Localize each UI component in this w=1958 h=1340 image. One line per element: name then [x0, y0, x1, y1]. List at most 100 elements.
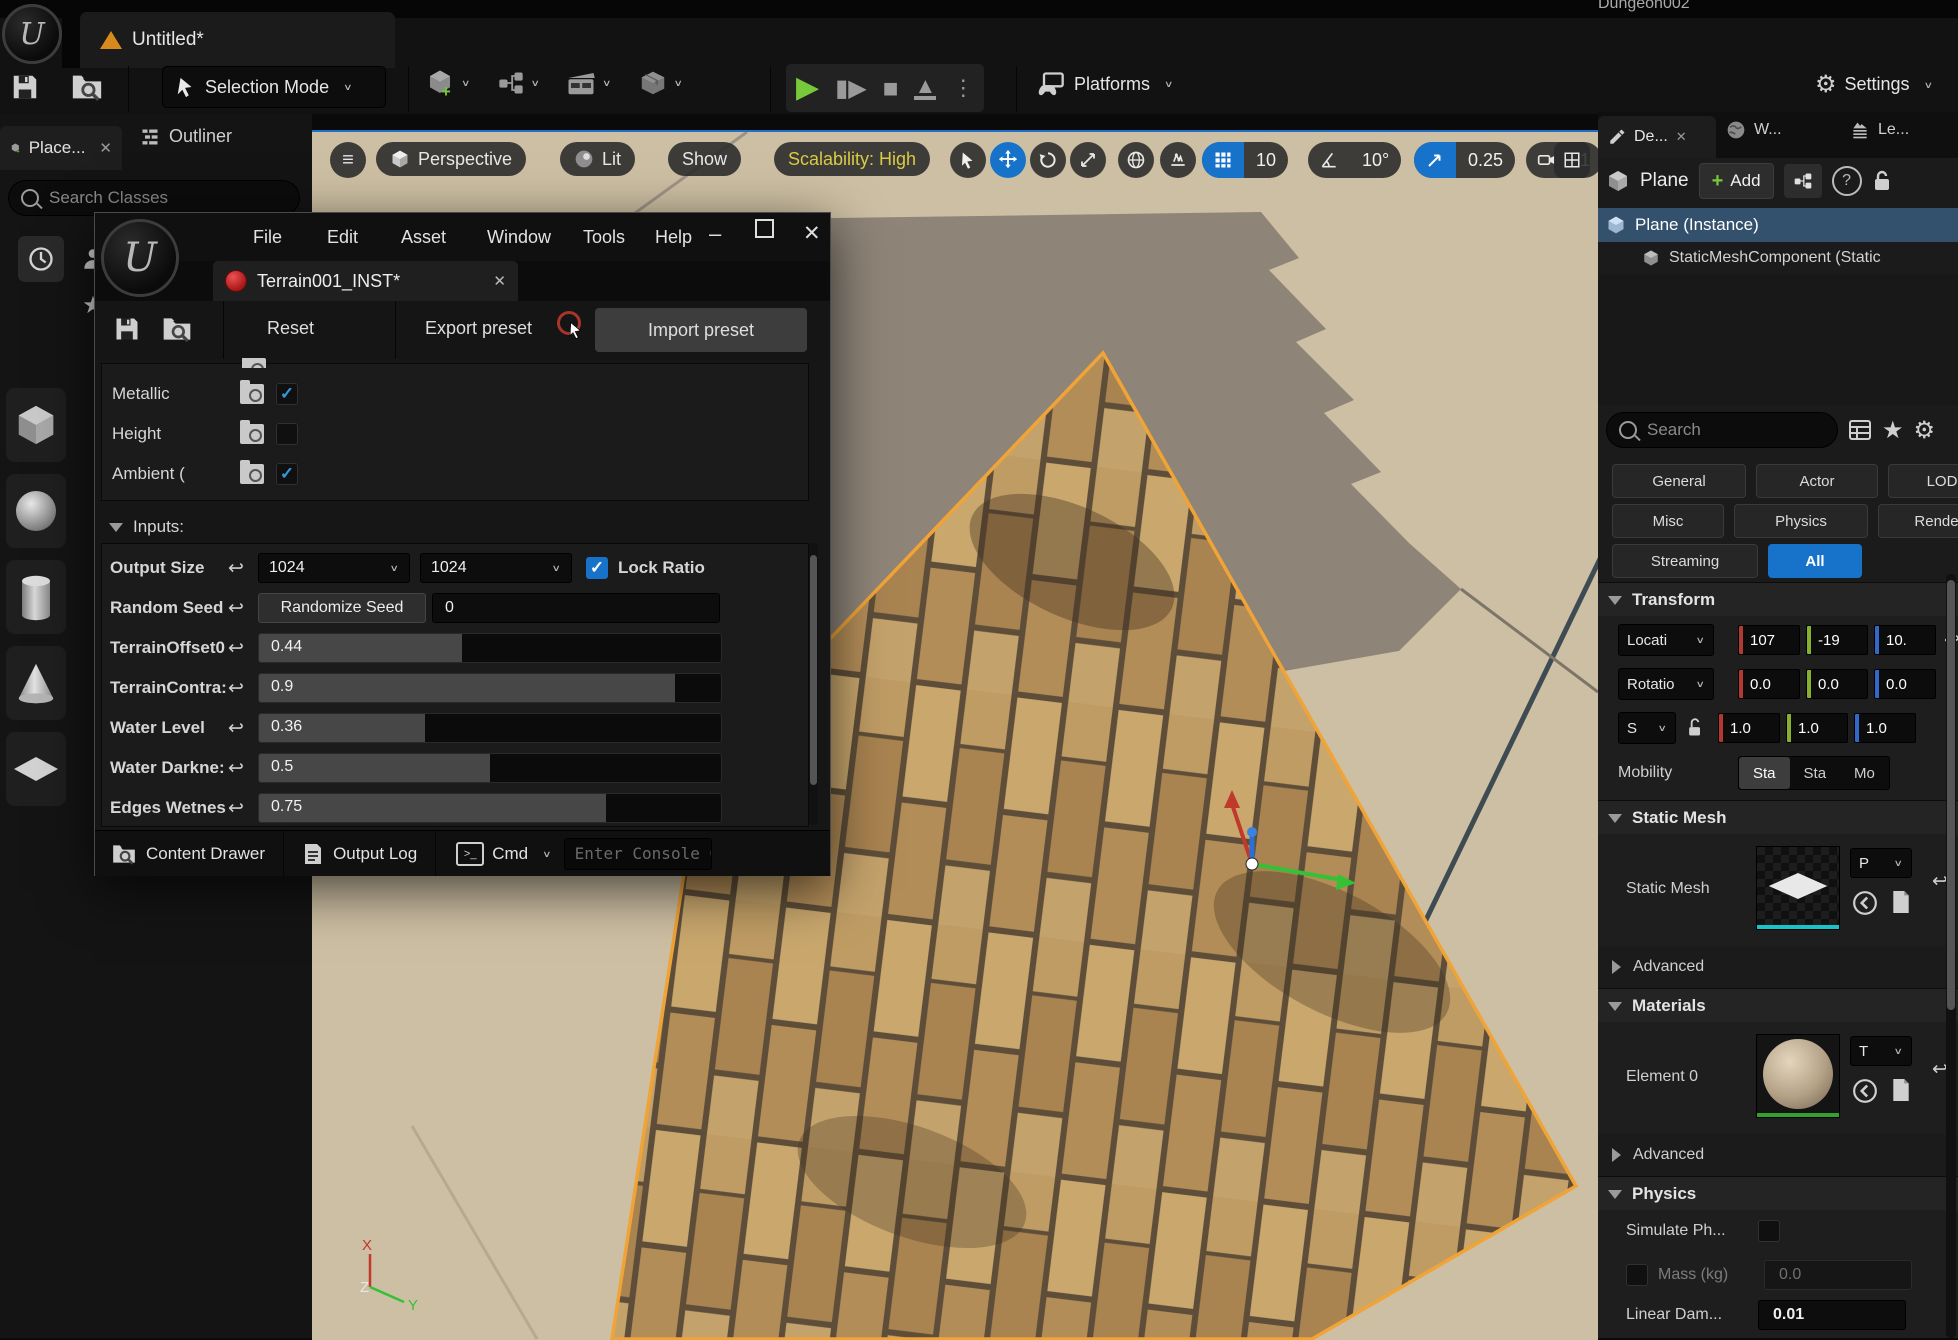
use-selected-asset-icon[interactable] [1890, 888, 1912, 916]
reset-button[interactable]: Reset [267, 318, 314, 339]
display-options-icon[interactable] [1848, 418, 1872, 442]
place-plane-button[interactable] [6, 732, 66, 806]
play-options-menu[interactable]: ⋮ [952, 75, 974, 101]
edgeswetness-slider[interactable]: 0.75 [258, 793, 722, 823]
output-height-dropdown[interactable]: 1024 ∨ [420, 553, 572, 583]
location-z-input[interactable]: 10. [1874, 625, 1936, 655]
scale-z-input[interactable]: 1.0 [1854, 713, 1916, 743]
reset-icon[interactable]: ↩ [228, 677, 258, 700]
close-icon[interactable]: ✕ [1676, 129, 1687, 145]
matwin-titlebar[interactable]: File Edit Asset Window Tools Help – ✕ [95, 213, 830, 261]
filter-all[interactable]: All [1768, 544, 1862, 578]
place-sphere-button[interactable] [6, 474, 66, 548]
console-command-input[interactable]: Enter Console Comman [564, 838, 712, 870]
filter-streaming[interactable]: Streaming [1612, 544, 1758, 578]
place-cube-button[interactable] [6, 388, 66, 462]
place-cone-button[interactable] [6, 646, 66, 720]
staticmesh-asset-dropdown[interactable]: P∨ [1850, 848, 1912, 878]
angle-snap-icon[interactable] [1308, 142, 1350, 178]
texture-picker-icon[interactable] [240, 424, 264, 444]
location-x-input[interactable]: 107 [1738, 625, 1800, 655]
scale-y-input[interactable]: 1.0 [1786, 713, 1848, 743]
location-y-input[interactable]: -19 [1806, 625, 1868, 655]
reset-icon[interactable]: ↩ [228, 597, 258, 620]
grid-snap-icon[interactable] [1202, 142, 1244, 178]
param-checkbox[interactable] [276, 423, 298, 445]
add-actor-button[interactable]: + ∨ [425, 68, 471, 98]
seed-value-input[interactable]: 0 [432, 593, 720, 623]
scale-snap-icon[interactable] [1414, 142, 1456, 178]
param-checkbox[interactable] [276, 383, 298, 405]
lit-dropdown[interactable]: Lit [560, 142, 635, 176]
close-icon[interactable]: ✕ [493, 272, 506, 290]
reset-icon[interactable]: ↩ [228, 637, 258, 660]
physics-section-header[interactable]: Physics [1598, 1176, 1958, 1211]
terrainoffset-slider[interactable]: 0.44 [258, 633, 722, 663]
eject-button[interactable]: ▲ [914, 76, 936, 100]
tab-place-actors[interactable]: + Place... ✕ [0, 126, 122, 170]
tab-terrain-inst[interactable]: Terrain001_INST* ✕ [213, 261, 518, 301]
menu-asset[interactable]: Asset [401, 227, 446, 248]
lock-icon[interactable] [1872, 169, 1892, 193]
output-log-button[interactable]: Output Log [284, 842, 417, 866]
randomize-seed-button[interactable]: Randomize Seed [258, 593, 426, 623]
unlock-icon[interactable] [1686, 718, 1704, 738]
staticmesh-section-header[interactable]: Static Mesh [1598, 800, 1958, 835]
selection-mode-dropdown[interactable]: Selection Mode ∨ [162, 66, 386, 108]
materials-section-header[interactable]: Materials [1598, 988, 1958, 1023]
perspective-dropdown[interactable]: Perspective [376, 142, 526, 176]
tab-untitled-level[interactable]: Untitled* [80, 12, 395, 68]
grid-snap-control[interactable]: 10 [1202, 142, 1288, 178]
cinematics-button[interactable]: ∨ [566, 68, 612, 98]
rotation-z-input[interactable]: 0.0 [1874, 669, 1936, 699]
mobility-segmented-control[interactable]: Sta Sta Mo [1738, 756, 1890, 790]
tree-row-plane-instance[interactable]: Plane (Instance) [1598, 208, 1958, 242]
filter-general[interactable]: General [1612, 464, 1746, 498]
angle-snap-control[interactable]: 10° [1308, 142, 1401, 178]
staticmesh-advanced-toggle[interactable]: Advanced [1612, 952, 1704, 982]
platforms-dropdown[interactable]: Platforms ∨ [1036, 70, 1174, 98]
rotation-x-input[interactable]: 0.0 [1738, 669, 1800, 699]
recent-classes-button[interactable] [18, 236, 64, 282]
filter-actor[interactable]: Actor [1756, 464, 1878, 498]
close-icon[interactable]: ✕ [803, 221, 821, 246]
details-search-input[interactable]: Search [1606, 412, 1838, 448]
settings-dropdown[interactable]: ⚙ Settings ∨ [1815, 70, 1933, 99]
show-dropdown[interactable]: Show [668, 142, 741, 176]
rotation-dropdown[interactable]: Rotatio∨ [1618, 668, 1714, 700]
menu-edit[interactable]: Edit [327, 227, 358, 248]
surface-snapping-button[interactable] [1160, 142, 1196, 178]
param-checkbox[interactable] [276, 463, 298, 485]
details-scrollbar-thumb[interactable] [1947, 580, 1955, 1010]
minimize-icon[interactable]: – [709, 221, 721, 247]
materials-advanced-toggle[interactable]: Advanced [1612, 1140, 1704, 1170]
grid-snap-value[interactable]: 10 [1244, 150, 1288, 171]
import-preset-button[interactable]: Import preset [595, 308, 807, 352]
terraincontrast-slider[interactable]: 0.9 [258, 673, 722, 703]
browse-to-asset-icon[interactable] [1852, 1078, 1878, 1104]
material-instance-editor-window[interactable]: File Edit Asset Window Tools Help – ✕ U … [94, 212, 831, 876]
close-icon[interactable]: ✕ [99, 139, 112, 157]
browse-to-asset-icon[interactable] [1852, 890, 1878, 916]
params-scrollbar[interactable] [809, 543, 818, 825]
help-icon[interactable]: ? [1832, 166, 1862, 196]
menu-help[interactable]: Help [655, 227, 692, 248]
scale-snap-value[interactable]: 0.25 [1456, 150, 1515, 171]
mass-input[interactable]: 0.0 [1764, 1260, 1912, 1290]
package-button[interactable]: ∨ [638, 68, 684, 98]
maximize-viewport-button[interactable] [1554, 142, 1590, 178]
menu-tools[interactable]: Tools [583, 227, 625, 248]
content-drawer-button[interactable]: Content Drawer [95, 841, 265, 867]
search-classes-input[interactable]: Search Classes [8, 180, 300, 216]
inputs-section-header[interactable]: Inputs: [109, 517, 184, 537]
output-width-dropdown[interactable]: 1024 ∨ [258, 553, 410, 583]
lock-ratio-checkbox[interactable] [586, 557, 608, 579]
texture-picker-icon[interactable] [240, 384, 264, 404]
details-scrollbar[interactable] [1946, 574, 1956, 1338]
material-thumbnail[interactable] [1756, 1034, 1840, 1118]
maximize-icon[interactable] [755, 219, 774, 238]
favorites-icon[interactable]: ★ [1882, 416, 1904, 445]
waterlevel-slider[interactable]: 0.36 [258, 713, 722, 743]
world-local-toggle[interactable] [1118, 142, 1154, 178]
rotate-tool-button[interactable] [1030, 142, 1066, 178]
